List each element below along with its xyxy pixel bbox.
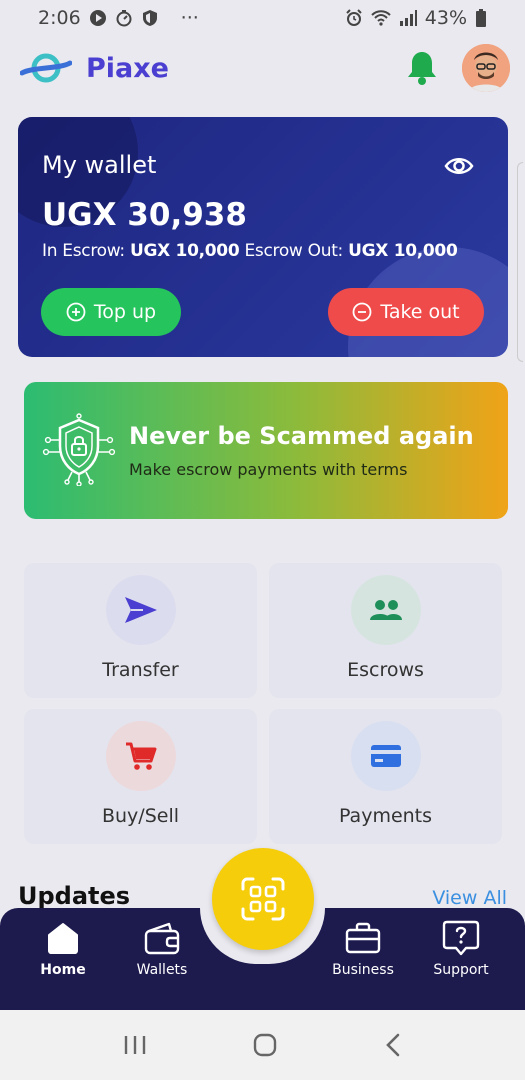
top-up-button[interactable]: Top up: [41, 288, 181, 336]
in-escrow-value: UGX 10,000: [129, 241, 240, 261]
status-bar: 2:06 ··· 43%: [0, 0, 525, 36]
play-icon: [89, 10, 106, 26]
wallet-balance: UGX 30,938: [42, 197, 247, 233]
top-up-label: Top up: [93, 301, 157, 323]
escrow-promo-banner[interactable]: Never be Scammed again Make escrow payme…: [24, 382, 508, 519]
updates-title: Updates: [18, 882, 131, 910]
system-nav-bar: [0, 1010, 525, 1080]
banner-title: Never be Scammed again: [129, 422, 474, 450]
nav-label: Wallets: [136, 962, 188, 978]
alarm-icon: [346, 9, 362, 26]
transfer-icon-circle: [105, 575, 176, 645]
escrow-summary: In Escrow: UGX 10,000 Escrow Out: UGX 10…: [42, 241, 458, 261]
signal-icon: [399, 10, 417, 26]
shield-status-icon: [142, 10, 157, 26]
nav-home[interactable]: Home: [18, 918, 108, 978]
app-logo[interactable]: Piaxe: [20, 51, 169, 85]
payments-tile[interactable]: Payments: [269, 709, 502, 844]
battery-icon: [476, 9, 486, 27]
nav-business[interactable]: Business: [318, 918, 408, 978]
payments-icon-circle: [350, 721, 421, 791]
qr-scan-icon: [241, 877, 285, 921]
app-header: Piaxe: [20, 40, 510, 96]
in-escrow-label: In Escrow:: [42, 241, 125, 261]
nav-label: Support: [433, 962, 489, 978]
send-icon: [124, 597, 157, 623]
escrow-out-value: UGX 10,000: [348, 241, 458, 261]
support-icon: [442, 920, 480, 956]
status-time: 2:06: [38, 7, 81, 29]
nav-support[interactable]: Support: [416, 918, 506, 978]
battery-percent: 43%: [424, 7, 467, 29]
card-icon: [370, 745, 401, 767]
avatar[interactable]: [462, 44, 510, 92]
status-dots: ···: [180, 7, 199, 29]
eye-icon[interactable]: [444, 155, 474, 177]
tile-label: Transfer: [102, 659, 179, 681]
wallet-icon: [144, 922, 180, 955]
view-all-link[interactable]: View All: [432, 887, 507, 909]
escrow-out-label: Escrow Out:: [244, 241, 343, 261]
timer-icon: [116, 10, 132, 27]
banner-subtitle: Make escrow payments with terms: [129, 460, 408, 479]
nav-label: Business: [332, 962, 394, 978]
app-name: Piaxe: [86, 52, 169, 84]
transfer-tile[interactable]: Transfer: [24, 563, 257, 698]
bell-icon[interactable]: [406, 50, 438, 86]
take-out-button[interactable]: Take out: [328, 288, 484, 336]
nav-wallets[interactable]: Wallets: [117, 918, 207, 978]
shield-lock-icon: [42, 413, 116, 486]
plus-circle-icon: [66, 302, 86, 322]
cart-icon: [125, 742, 156, 770]
recent-apps-icon[interactable]: [123, 1034, 147, 1056]
briefcase-icon: [345, 922, 381, 954]
escrows-icon-circle: [350, 575, 421, 645]
buy-sell-icon-circle: [105, 721, 176, 791]
wifi-icon: [371, 10, 391, 26]
nav-label: Home: [40, 962, 86, 978]
back-icon[interactable]: [384, 1032, 402, 1058]
buy-sell-tile[interactable]: Buy/Sell: [24, 709, 257, 844]
people-icon: [369, 600, 402, 620]
take-out-label: Take out: [380, 301, 460, 323]
piaxe-logo-icon: [20, 53, 72, 83]
scroll-indicator: [517, 162, 523, 362]
wallet-card: My wallet UGX 30,938 In Escrow: UGX 10,0…: [18, 117, 508, 357]
tile-label: Payments: [338, 805, 433, 827]
home-icon: [48, 923, 78, 954]
user-avatar-image: [462, 44, 510, 92]
tile-label: Buy/Sell: [101, 805, 180, 827]
escrows-tile[interactable]: Escrows: [269, 563, 502, 698]
minus-circle-icon: [352, 302, 372, 322]
home-button-icon[interactable]: [252, 1032, 278, 1058]
wallet-title: My wallet: [42, 151, 157, 179]
scan-qr-button[interactable]: [212, 848, 314, 950]
tile-label: Escrows: [347, 659, 424, 681]
